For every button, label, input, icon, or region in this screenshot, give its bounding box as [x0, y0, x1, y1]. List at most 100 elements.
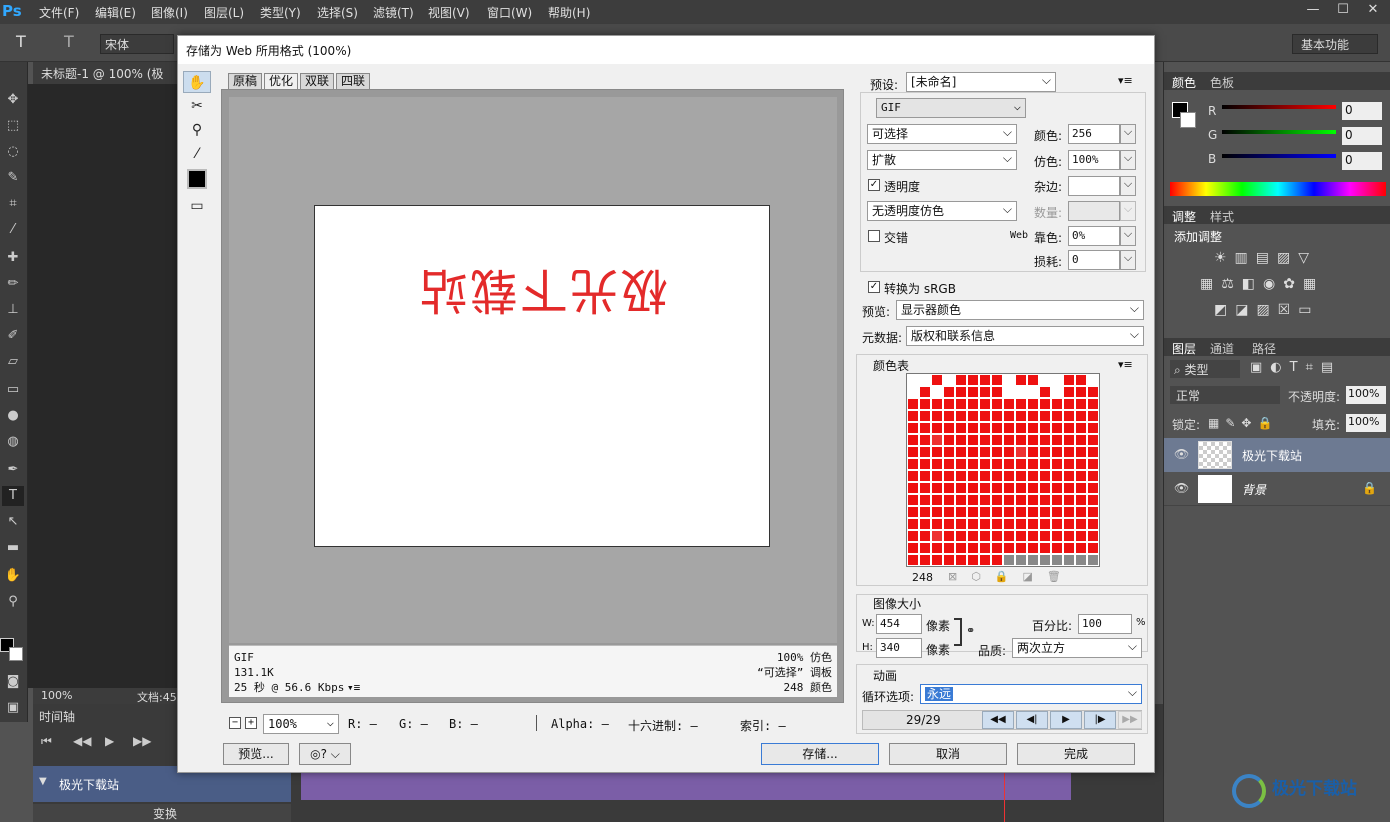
color-swatch[interactable] — [967, 458, 979, 470]
color-swatch[interactable] — [943, 446, 955, 458]
color-swatch[interactable] — [1039, 530, 1051, 542]
color-swatch[interactable] — [979, 554, 991, 566]
color-swatch[interactable] — [1039, 494, 1051, 506]
color-swatch[interactable] — [1039, 482, 1051, 494]
visibility-eye-icon[interactable]: 👁 — [1174, 481, 1189, 495]
color-swatch[interactable] — [1003, 494, 1015, 506]
crop-tool-icon[interactable]: ⌗ — [2, 194, 24, 214]
layer-row-text[interactable]: 👁 极光下载站 — [1164, 438, 1390, 472]
prev-frame-icon[interactable]: ◀◀ — [73, 734, 91, 748]
interlaced-checkbox[interactable] — [868, 230, 880, 242]
play-icon[interactable]: ▶ — [1050, 711, 1082, 729]
color-swatch[interactable] — [1015, 482, 1027, 494]
menu-select[interactable]: 选择(S) — [317, 4, 358, 21]
color-swatch[interactable] — [943, 494, 955, 506]
color-swatch[interactable] — [1003, 410, 1015, 422]
preset-select[interactable]: [未命名] — [906, 71, 1056, 92]
color-swatch[interactable] — [955, 410, 967, 422]
path-select-icon[interactable]: ↖ — [2, 512, 24, 532]
menu-edit[interactable]: 编辑(E) — [95, 4, 136, 21]
color-swatch[interactable] — [1063, 518, 1075, 530]
color-swatch[interactable] — [1063, 398, 1075, 410]
color-swatch[interactable] — [1027, 518, 1039, 530]
color-swatch[interactable] — [1063, 482, 1075, 494]
color-swatch[interactable] — [955, 518, 967, 530]
color-swatch[interactable] — [955, 374, 967, 386]
color-swatch[interactable] — [967, 386, 979, 398]
color-swatch[interactable] — [1087, 458, 1099, 470]
color-swatch[interactable] — [1075, 386, 1087, 398]
color-swatch[interactable] — [979, 398, 991, 410]
color-swatch[interactable] — [943, 470, 955, 482]
move-tool-icon[interactable]: ✥ — [2, 90, 24, 110]
color-swatch[interactable] — [1003, 374, 1015, 386]
tab-styles[interactable]: 样式 — [1210, 208, 1234, 225]
color-swatch[interactable] — [1087, 398, 1099, 410]
color-swatch[interactable] — [1015, 446, 1027, 458]
color-swatch[interactable] — [1015, 410, 1027, 422]
color-swatch[interactable] — [1039, 398, 1051, 410]
zoom-select[interactable]: 100% — [263, 713, 339, 734]
zoom-tool-icon[interactable]: ⚲ — [2, 592, 24, 612]
color-swatch[interactable] — [1087, 554, 1099, 566]
color-swatch[interactable] — [943, 506, 955, 518]
color-swatch[interactable] — [1075, 530, 1087, 542]
color-swatch[interactable] — [967, 506, 979, 518]
background-color-swatch[interactable] — [9, 647, 23, 661]
color-swatch[interactable] — [1051, 470, 1063, 482]
color-swatch[interactable] — [1075, 494, 1087, 506]
menu-window[interactable]: 窗口(W) — [487, 4, 532, 21]
color-swatch[interactable] — [991, 434, 1003, 446]
healing-brush-icon[interactable]: ✚ — [2, 248, 24, 268]
quality-select[interactable]: 两次立方 — [1012, 637, 1142, 658]
color-swatch[interactable] — [1003, 506, 1015, 518]
color-swatch[interactable] — [991, 422, 1003, 434]
color-swatch[interactable] — [1027, 446, 1039, 458]
b-slider[interactable] — [1222, 154, 1336, 158]
prev-frame-icon[interactable]: ◀| — [1016, 711, 1048, 729]
color-swatch[interactable] — [943, 530, 955, 542]
color-swatch[interactable] — [1051, 374, 1063, 386]
color-swatch[interactable] — [931, 434, 943, 446]
fill-value[interactable]: 100% — [1346, 414, 1386, 432]
color-swatch[interactable] — [1075, 518, 1087, 530]
color-swatch[interactable] — [931, 518, 943, 530]
convert-srgb-checkbox[interactable]: ✓ — [868, 281, 880, 293]
color-swatch[interactable] — [1015, 422, 1027, 434]
cancel-button[interactable]: 取消 — [889, 743, 1007, 765]
color-swatch[interactable] — [1027, 386, 1039, 398]
color-swatch[interactable] — [967, 410, 979, 422]
color-swatch[interactable] — [907, 422, 919, 434]
info-menu-icon[interactable]: ▾≡ — [347, 680, 360, 695]
color-swatch[interactable] — [955, 458, 967, 470]
color-swatch[interactable] — [955, 542, 967, 554]
color-swatch[interactable] — [1075, 506, 1087, 518]
color-swatch[interactable] — [931, 494, 943, 506]
color-swatch[interactable] — [1051, 554, 1063, 566]
color-swatch[interactable] — [1015, 470, 1027, 482]
color-swatch[interactable] — [979, 434, 991, 446]
color-swatch[interactable] — [1075, 482, 1087, 494]
matte-dropdown-icon[interactable]: ⌵ — [1120, 176, 1136, 196]
color-swatch[interactable] — [1027, 470, 1039, 482]
color-swatch[interactable] — [1075, 398, 1087, 410]
metadata-select[interactable]: 版权和联系信息 — [906, 325, 1144, 346]
color-swatch[interactable] — [955, 434, 967, 446]
tab-layers[interactable]: 图层 — [1172, 340, 1196, 357]
adjust-icons-row2[interactable]: ▦⚖◧◉✿▦ — [1200, 276, 1324, 292]
color-swatch[interactable] — [1015, 518, 1027, 530]
color-swatch[interactable] — [979, 518, 991, 530]
color-swatch[interactable] — [919, 530, 931, 542]
color-swatch[interactable] — [943, 482, 955, 494]
color-swatch[interactable] — [955, 506, 967, 518]
color-swatch[interactable] — [1087, 446, 1099, 458]
color-swatch[interactable] — [943, 410, 955, 422]
done-button[interactable]: 完成 — [1017, 743, 1135, 765]
color-swatch[interactable] — [967, 422, 979, 434]
color-swatch[interactable] — [1039, 506, 1051, 518]
color-swatch[interactable] — [919, 482, 931, 494]
menu-filter[interactable]: 滤镜(T) — [373, 4, 414, 21]
color-swatch[interactable] — [967, 494, 979, 506]
color-swatch[interactable] — [1051, 386, 1063, 398]
color-swatch[interactable] — [955, 530, 967, 542]
